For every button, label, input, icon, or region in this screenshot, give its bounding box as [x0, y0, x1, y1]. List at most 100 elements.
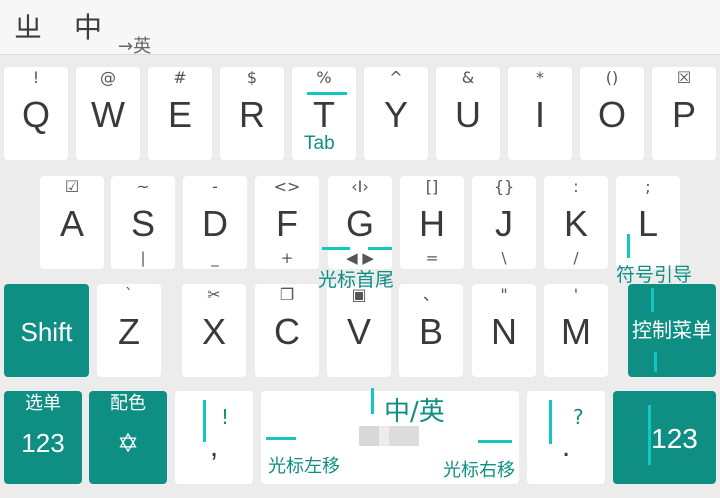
key-letter: Y: [383, 94, 408, 135]
key-w[interactable]: @ W: [76, 67, 140, 160]
key-i[interactable]: * I: [508, 67, 572, 160]
key-v[interactable]: ▣ V: [327, 284, 391, 377]
key-z[interactable]: ` Z: [97, 284, 161, 377]
key-letter: E: [167, 94, 192, 135]
key-top-symbol: $: [246, 68, 258, 87]
key-top-symbol: *: [536, 68, 544, 87]
numbers-key[interactable]: 123: [613, 391, 716, 484]
key-h[interactable]: [] H =: [400, 176, 464, 269]
key-p[interactable]: ☒ P: [652, 67, 716, 160]
key-letter: N: [491, 311, 517, 352]
key-l[interactable]: ; L: [616, 176, 680, 269]
candidate-bar: ㄓ 中 →英: [0, 0, 720, 57]
key-o[interactable]: () O: [580, 67, 644, 160]
key-bottom-symbol: |: [140, 249, 146, 267]
key-r[interactable]: $ R: [220, 67, 284, 160]
key-f[interactable]: <> F +: [255, 176, 319, 269]
key-j[interactable]: {} J \: [472, 176, 536, 269]
key-q[interactable]: ! Q: [4, 67, 68, 160]
key-top-symbol: ': [573, 285, 579, 304]
cursor-ends-right-arrow-icon: [368, 247, 392, 250]
lang-switch-annotation: 中/英: [384, 397, 445, 427]
cursor-ends-left-arrow-icon: [322, 247, 350, 250]
key-letter: G: [345, 203, 374, 244]
key-b[interactable]: 、 B: [399, 284, 463, 377]
candidate-1[interactable]: ㄓ: [14, 6, 42, 46]
space-logo: [359, 426, 419, 446]
key-letter: M: [561, 311, 591, 352]
key-top-symbol: ^: [389, 68, 403, 87]
key-e[interactable]: # E: [148, 67, 212, 160]
star-of-david-icon: ✡: [117, 428, 139, 458]
key-letter: D: [202, 203, 228, 244]
key-top-symbol: `: [125, 285, 133, 304]
comma-up-arrow-icon: [203, 400, 206, 442]
key-letter: B: [418, 311, 443, 352]
numbers-label: 123: [651, 423, 698, 454]
key-letter: J: [495, 203, 513, 244]
key-a[interactable]: ☑ A: [40, 176, 104, 269]
key-c[interactable]: ❐ C: [255, 284, 319, 377]
key-top-symbol: {}: [493, 177, 515, 196]
key-top-symbol: :: [573, 177, 579, 196]
key-top-symbol: ~: [136, 177, 150, 196]
key-bottom-symbol: =: [425, 249, 439, 267]
shift-key[interactable]: Shift: [4, 284, 89, 377]
period-key[interactable]: . ?: [527, 391, 605, 484]
key-letter: R: [239, 94, 265, 135]
key-letter: C: [274, 311, 300, 352]
key-top-symbol: []: [425, 177, 439, 196]
period-hint: ?: [573, 405, 584, 429]
key-top-symbol: ❐: [279, 285, 295, 304]
key-k[interactable]: : K /: [544, 176, 608, 269]
key-letter: O: [597, 94, 626, 135]
menu-label: 选单: [25, 393, 61, 414]
control-down-arrow-icon: [654, 352, 657, 372]
key-letter: I: [534, 94, 545, 135]
key-g[interactable]: ‹I› G ◀ ▶: [328, 176, 392, 269]
key-top-symbol: @: [100, 68, 116, 87]
key-letter: K: [563, 203, 588, 244]
key-top-symbol: 、: [422, 285, 439, 304]
color-scheme-key[interactable]: 配色 ✡: [89, 391, 167, 484]
tab-arrow-icon: [307, 92, 347, 95]
control-menu-key[interactable]: 控制菜单: [628, 284, 716, 377]
cursor-right-arrow-icon: [478, 440, 512, 443]
key-m[interactable]: ' M: [544, 284, 608, 377]
key-top-symbol: #: [173, 68, 187, 87]
symbol-guide-arrow-icon: [627, 234, 630, 258]
key-bottom-symbol: _: [211, 249, 219, 267]
key-letter: F: [276, 203, 298, 244]
period-char: .: [561, 430, 571, 463]
key-bottom-symbol: /: [573, 249, 579, 267]
key-top-symbol: ✂: [207, 285, 221, 304]
key-top-symbol: &: [461, 68, 475, 87]
comma-char: ,: [209, 430, 219, 463]
cursor-left-annotation: 光标左移: [268, 456, 340, 477]
control-up-arrow-icon: [651, 288, 654, 312]
key-letter: U: [455, 94, 481, 135]
key-s[interactable]: ~ S |: [111, 176, 175, 269]
tab-annotation: Tab: [304, 133, 335, 154]
menu-123: 123: [21, 428, 65, 458]
key-top-symbol: ☒: [676, 68, 692, 87]
key-top-symbol: ;: [645, 177, 651, 196]
key-n[interactable]: " N: [472, 284, 536, 377]
menu-key[interactable]: 选单 123: [4, 391, 82, 484]
key-bottom-symbol: +: [280, 249, 294, 267]
cursor-left-arrow-icon: [266, 437, 296, 440]
key-letter: P: [671, 94, 696, 135]
comma-key[interactable]: , !: [175, 391, 253, 484]
key-letter: H: [419, 203, 445, 244]
key-y[interactable]: ^ Y: [364, 67, 428, 160]
comma-hint: !: [221, 405, 230, 429]
candidate-2[interactable]: 中: [74, 6, 102, 46]
key-top-symbol: (): [605, 68, 619, 87]
cursor-ends-annotation: 光标首尾: [318, 269, 395, 291]
shift-label: Shift: [20, 317, 73, 347]
key-u[interactable]: & U: [436, 67, 500, 160]
key-top-symbol: %: [316, 68, 332, 87]
key-x[interactable]: ✂ X: [182, 284, 246, 377]
key-d[interactable]: - D _: [183, 176, 247, 269]
key-letter: Q: [21, 94, 50, 135]
